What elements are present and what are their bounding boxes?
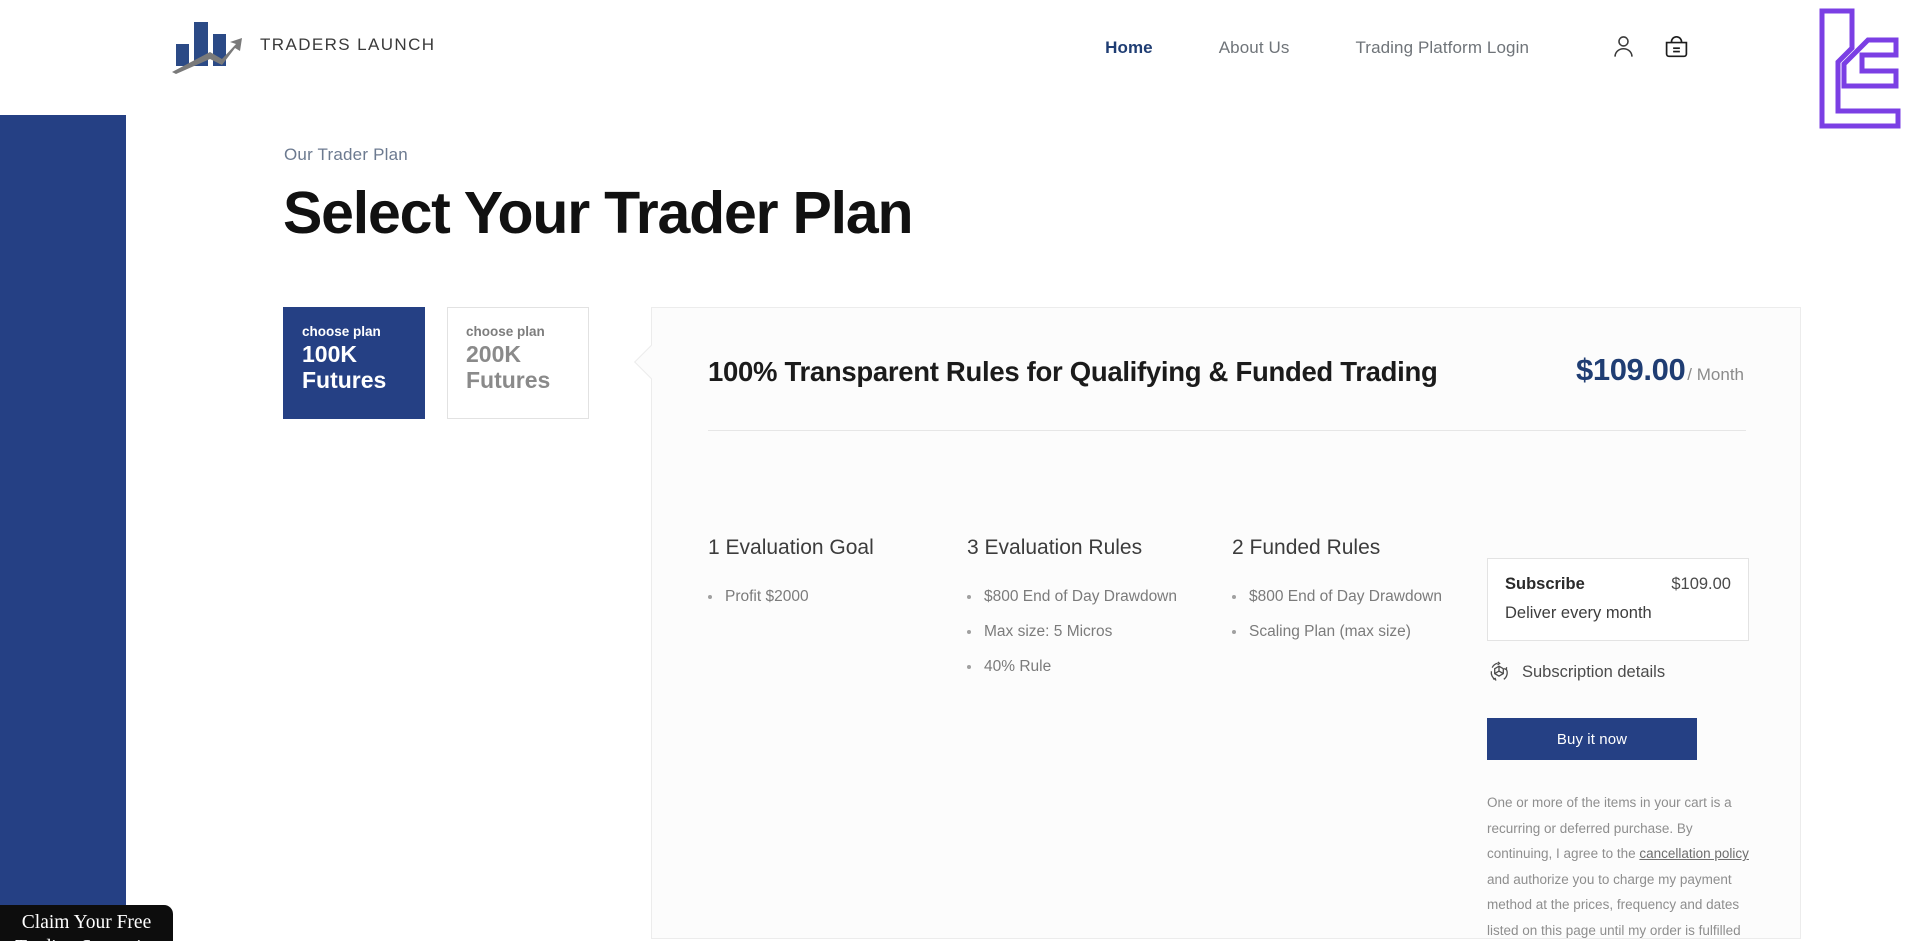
recurring-purchase-disclaimer: One or more of the items in your cart is…: [1487, 790, 1749, 941]
cart-icon[interactable]: [1663, 33, 1690, 60]
plan-tab-100k-futures[interactable]: choose plan 100K Futures: [283, 307, 425, 419]
page-root: TRADERS LAUNCH Home About Us Trading Pla…: [0, 0, 1920, 941]
list-item: Max size: 5 Micros: [967, 623, 1225, 641]
card-body: 1 Evaluation Goal Profit $2000 3 Evaluat…: [652, 388, 1800, 675]
list-item: $800 End of Day Drawdown: [1232, 588, 1502, 606]
list-item: Profit $2000: [708, 588, 958, 606]
column-heading: 3 Evaluation Rules: [967, 536, 1143, 559]
card-title: 100% Transparent Rules for Qualifying & …: [708, 356, 1438, 387]
plan-tab-type: Futures: [466, 366, 551, 393]
subscription-details-link[interactable]: Subscription details: [1487, 660, 1749, 684]
card-price-period: / Month: [1687, 365, 1744, 384]
card-header: 100% Transparent Rules for Qualifying & …: [652, 308, 1800, 388]
column-evaluation-goal: 1 Evaluation Goal Profit $2000: [708, 536, 958, 623]
lc-monogram-logo: [1819, 8, 1901, 129]
plan-tab-type: Futures: [302, 366, 387, 393]
column-list: $800 End of Day Drawdown Max size: 5 Mic…: [967, 588, 1225, 676]
list-item: $800 End of Day Drawdown: [967, 588, 1225, 606]
card-price: $109.00: [1576, 352, 1686, 387]
plan-tab-size: 200K: [466, 341, 521, 367]
column-list: $800 End of Day Drawdown Scaling Plan (m…: [1232, 588, 1502, 641]
plan-selector: choose plan 100K Futures choose plan 200…: [283, 307, 589, 419]
main-nav: Home About Us Trading Platform Login: [1072, 38, 1562, 58]
plan-tab-choose-label: choose plan: [302, 324, 381, 339]
nav-item-about-us[interactable]: About Us: [1186, 38, 1323, 58]
column-list: Profit $2000: [708, 588, 958, 606]
claim-popup-line-1: Claim Your Free: [21, 912, 152, 933]
claim-free-strategies-popup[interactable]: Claim Your Free Trading Strategies: [0, 905, 173, 941]
site-header: TRADERS LAUNCH Home About Us Trading Pla…: [0, 0, 1920, 129]
buy-it-now-button[interactable]: Buy it now: [1487, 718, 1697, 760]
delivery-frequency: Deliver every month: [1505, 604, 1652, 622]
page-title: Select Your Trader Plan: [283, 180, 914, 246]
breadcrumb: Our Trader Plan: [284, 145, 408, 164]
subscribe-row: Subscribe $109.00: [1505, 575, 1731, 594]
purchase-panel: Subscribe $109.00 Deliver every month Su…: [1487, 558, 1749, 941]
subscribe-option-box[interactable]: Subscribe $109.00 Deliver every month: [1487, 558, 1749, 641]
subscription-details-label: Subscription details: [1522, 662, 1666, 681]
subscription-box-icon: [1490, 661, 1508, 681]
left-blue-accent-strip: [0, 115, 126, 941]
plan-tab-200k-futures[interactable]: choose plan 200K Futures: [447, 307, 589, 419]
column-funded-rules: 2 Funded Rules $800 End of Day Drawdown …: [1232, 536, 1502, 658]
subscribe-price: $109.00: [1671, 575, 1731, 593]
column-heading: 1 Evaluation Goal: [708, 536, 874, 559]
disclaimer-text-part-2: and authorize you to charge my payment m…: [1487, 871, 1741, 938]
claim-popup-line-2: Trading Strategies: [0, 935, 173, 941]
list-item: 40% Rule: [967, 658, 1225, 676]
header-icon-group: [1610, 33, 1690, 60]
column-heading: 2 Funded Rules: [1232, 536, 1381, 559]
plan-tab-choose-label: choose plan: [466, 324, 545, 339]
brand-logo[interactable]: TRADERS LAUNCH: [170, 16, 435, 74]
cancellation-policy-link[interactable]: cancellation policy: [1639, 846, 1749, 861]
subscribe-label: Subscribe: [1505, 575, 1585, 593]
nav-item-trading-platform-login[interactable]: Trading Platform Login: [1322, 38, 1562, 58]
nav-item-home[interactable]: Home: [1072, 38, 1186, 58]
bar-chart-arrow-logo: [172, 22, 242, 74]
account-icon[interactable]: [1610, 33, 1637, 60]
card-price-block: $109.00 / Month: [1576, 352, 1744, 388]
column-evaluation-rules: 3 Evaluation Rules $800 End of Day Drawd…: [967, 536, 1225, 693]
plan-tab-size: 100K: [302, 341, 357, 367]
brand-name: TRADERS LAUNCH: [260, 35, 436, 54]
list-item: Scaling Plan (max size): [1232, 623, 1502, 641]
